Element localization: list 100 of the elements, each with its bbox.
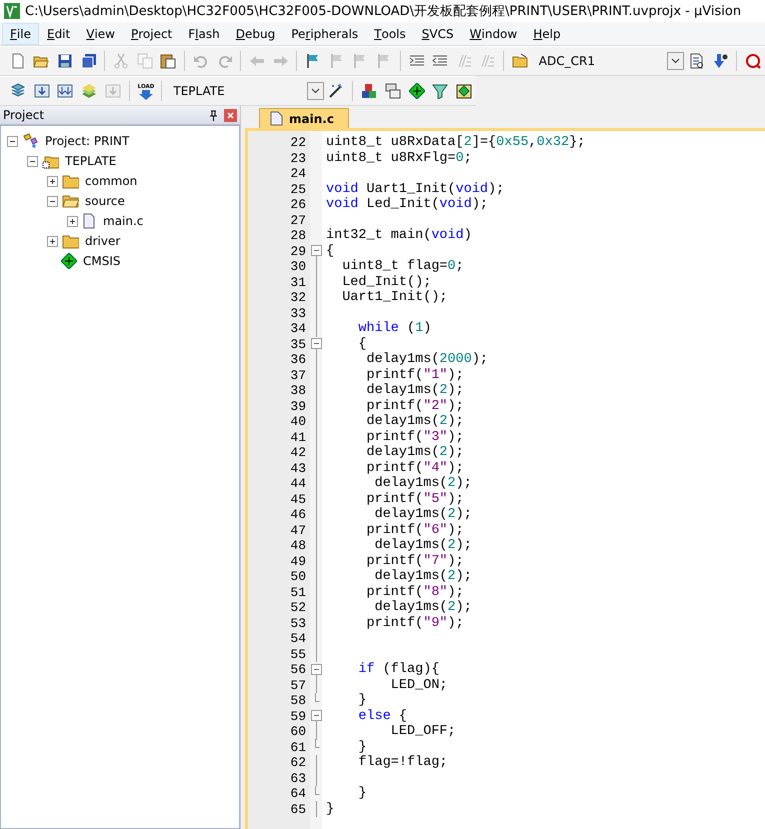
- code-line: else {: [357, 708, 408, 724]
- menu-item[interactable]: File: [2, 22, 39, 44]
- line-number: 54: [289, 631, 307, 646]
- collapse-button[interactable]: [27, 156, 38, 166]
- line-number: 30: [289, 259, 307, 274]
- pin-icon[interactable]: [209, 110, 218, 120]
- left-arrow-icon: [249, 53, 266, 69]
- line-number: 53: [289, 616, 307, 631]
- menu-item[interactable]: Window: [462, 22, 526, 44]
- menu-item[interactable]: View: [78, 22, 123, 44]
- collapse-button[interactable]: [47, 196, 58, 206]
- open-folder-icon: [61, 193, 79, 209]
- line-number: 45: [289, 492, 307, 507]
- menu-item[interactable]: SVCS: [414, 22, 462, 44]
- fold-toggle-icon[interactable]: [310, 336, 322, 352]
- code-line: Uart1_Init();: [341, 290, 448, 306]
- code-line: while (1): [357, 321, 432, 336]
- code-editor[interactable]: [245, 131, 765, 829]
- code-line: LED_ON;: [390, 678, 448, 693]
- line-number: 48: [289, 538, 307, 554]
- code-line: delay1ms(2);: [366, 445, 464, 460]
- expand-button[interactable]: [47, 236, 58, 246]
- code-line: int32_t main(void): [325, 228, 472, 244]
- comment-lines-icon: [456, 53, 472, 69]
- line-number: 61: [289, 740, 307, 755]
- expand-button[interactable]: [47, 176, 58, 186]
- line-number: 28: [289, 228, 307, 244]
- line-number: 42: [289, 445, 307, 460]
- code-line: delay1ms(2);: [374, 538, 472, 554]
- line-number: 47: [289, 522, 307, 538]
- line-number: 44: [289, 476, 307, 492]
- folder-icon: [61, 233, 79, 249]
- build-icon: [104, 83, 121, 99]
- line-number: 27: [289, 212, 307, 228]
- download-arrow-icon: [712, 53, 728, 69]
- line-number: 24: [289, 166, 307, 182]
- line-number: 40: [289, 414, 307, 430]
- menu-item[interactable]: Flash: [180, 22, 228, 44]
- copy-icon: [136, 53, 153, 69]
- menu-item[interactable]: Project: [122, 22, 180, 44]
- menu-item[interactable]: Help: [525, 22, 569, 44]
- line-number: 65: [289, 802, 307, 817]
- dropdown-button[interactable]: [667, 52, 684, 70]
- flag-icon: [328, 53, 345, 69]
- file-icon: [270, 111, 283, 126]
- dropdown-button[interactable]: [306, 82, 324, 100]
- file-icon: [81, 213, 97, 229]
- find-combo[interactable]: ADC_CR1: [532, 50, 686, 72]
- line-number: 22: [289, 135, 307, 150]
- code-line: }: [357, 786, 367, 802]
- editor-tab[interactable]: main.c: [259, 108, 349, 128]
- expand-button[interactable]: [67, 216, 78, 226]
- menu-item[interactable]: Edit: [38, 22, 78, 44]
- tree-item[interactable]: CMSIS: [83, 254, 121, 268]
- redo-icon: [216, 53, 233, 69]
- menu-item[interactable]: Tools: [366, 22, 414, 44]
- paste-icon: [160, 53, 176, 69]
- fold-toggle-icon[interactable]: [310, 662, 322, 678]
- code-line: printf("3");: [366, 430, 464, 445]
- fold-toggle-icon[interactable]: [310, 708, 322, 724]
- code-line: flag=!flag;: [357, 755, 448, 770]
- target-combo[interactable]: TEPLATE: [166, 80, 325, 102]
- tree-item[interactable]: TEPLATE: [65, 154, 116, 168]
- fold-end-line: [315, 786, 320, 795]
- code-line: delay1ms(2);: [366, 414, 464, 430]
- code-line: uint8_t u8RxData[2]={0x55,0x32};: [325, 135, 586, 150]
- code-line: }: [357, 740, 367, 755]
- undo-icon: [192, 53, 209, 69]
- code-line: delay1ms(2);: [374, 600, 472, 616]
- magic-wand-icon: [328, 83, 344, 99]
- code-line: }: [357, 693, 367, 708]
- tree-item[interactable]: common: [85, 174, 138, 188]
- app-logo-icon: [4, 3, 20, 19]
- code-line: delay1ms(2);: [374, 476, 472, 492]
- code-line: printf("1");: [366, 368, 464, 383]
- line-number: 58: [289, 693, 307, 708]
- menu-item[interactable]: Peripherals: [283, 22, 366, 44]
- line-number: 63: [289, 770, 307, 786]
- diamond-icon: [408, 83, 425, 99]
- line-number: 36: [289, 352, 307, 368]
- menu-item[interactable]: Debug: [228, 22, 284, 44]
- component-icon: [61, 253, 77, 269]
- code-line: printf("7");: [366, 554, 464, 569]
- tree-item[interactable]: driver: [85, 234, 120, 248]
- line-number: 26: [289, 197, 307, 212]
- line-number: 37: [289, 368, 307, 383]
- save-all-icon: [80, 53, 97, 69]
- fold-toggle-icon[interactable]: [310, 243, 322, 260]
- collapse-button[interactable]: [7, 136, 18, 146]
- line-number: 25: [289, 182, 307, 197]
- code-line: delay1ms(2);: [374, 507, 472, 522]
- tree-item[interactable]: main.c: [103, 214, 144, 228]
- tree-item[interactable]: source: [85, 194, 125, 208]
- close-button[interactable]: [224, 108, 237, 122]
- code-line: delay1ms(2);: [366, 383, 464, 398]
- line-number: 60: [289, 724, 307, 740]
- layers-icon: [81, 83, 98, 99]
- code-line: delay1ms(2);: [374, 569, 472, 584]
- line-number: 64: [289, 786, 307, 802]
- tree-item[interactable]: Project: PRINT: [45, 134, 130, 148]
